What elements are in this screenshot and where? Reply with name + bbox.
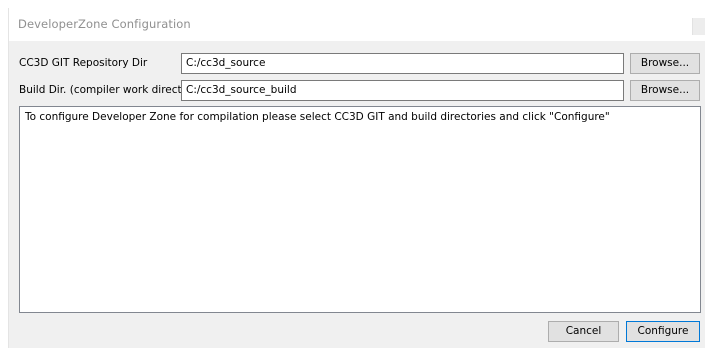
close-icon[interactable]: [692, 18, 705, 35]
title-bar: DeveloperZone Configuration: [9, 8, 705, 41]
git-repo-field[interactable]: C:/cc3d_source: [181, 53, 624, 74]
output-text: To configure Developer Zone for compilat…: [25, 111, 610, 123]
window-title: DeveloperZone Configuration: [18, 17, 191, 31]
configure-button[interactable]: Configure: [626, 321, 700, 342]
build-dir-label: Build Dir. (compiler work directory): [19, 84, 203, 96]
build-dir-field[interactable]: C:/cc3d_source_build: [181, 80, 624, 101]
git-repo-browse-button[interactable]: Browse...: [630, 53, 700, 74]
output-textarea[interactable]: To configure Developer Zone for compilat…: [19, 106, 701, 313]
cancel-button[interactable]: Cancel: [548, 321, 619, 342]
config-dialog: DeveloperZone Configuration CC3D GIT Rep…: [8, 8, 705, 348]
git-repo-label: CC3D GIT Repository Dir: [19, 57, 148, 69]
build-dir-browse-button[interactable]: Browse...: [630, 80, 700, 101]
